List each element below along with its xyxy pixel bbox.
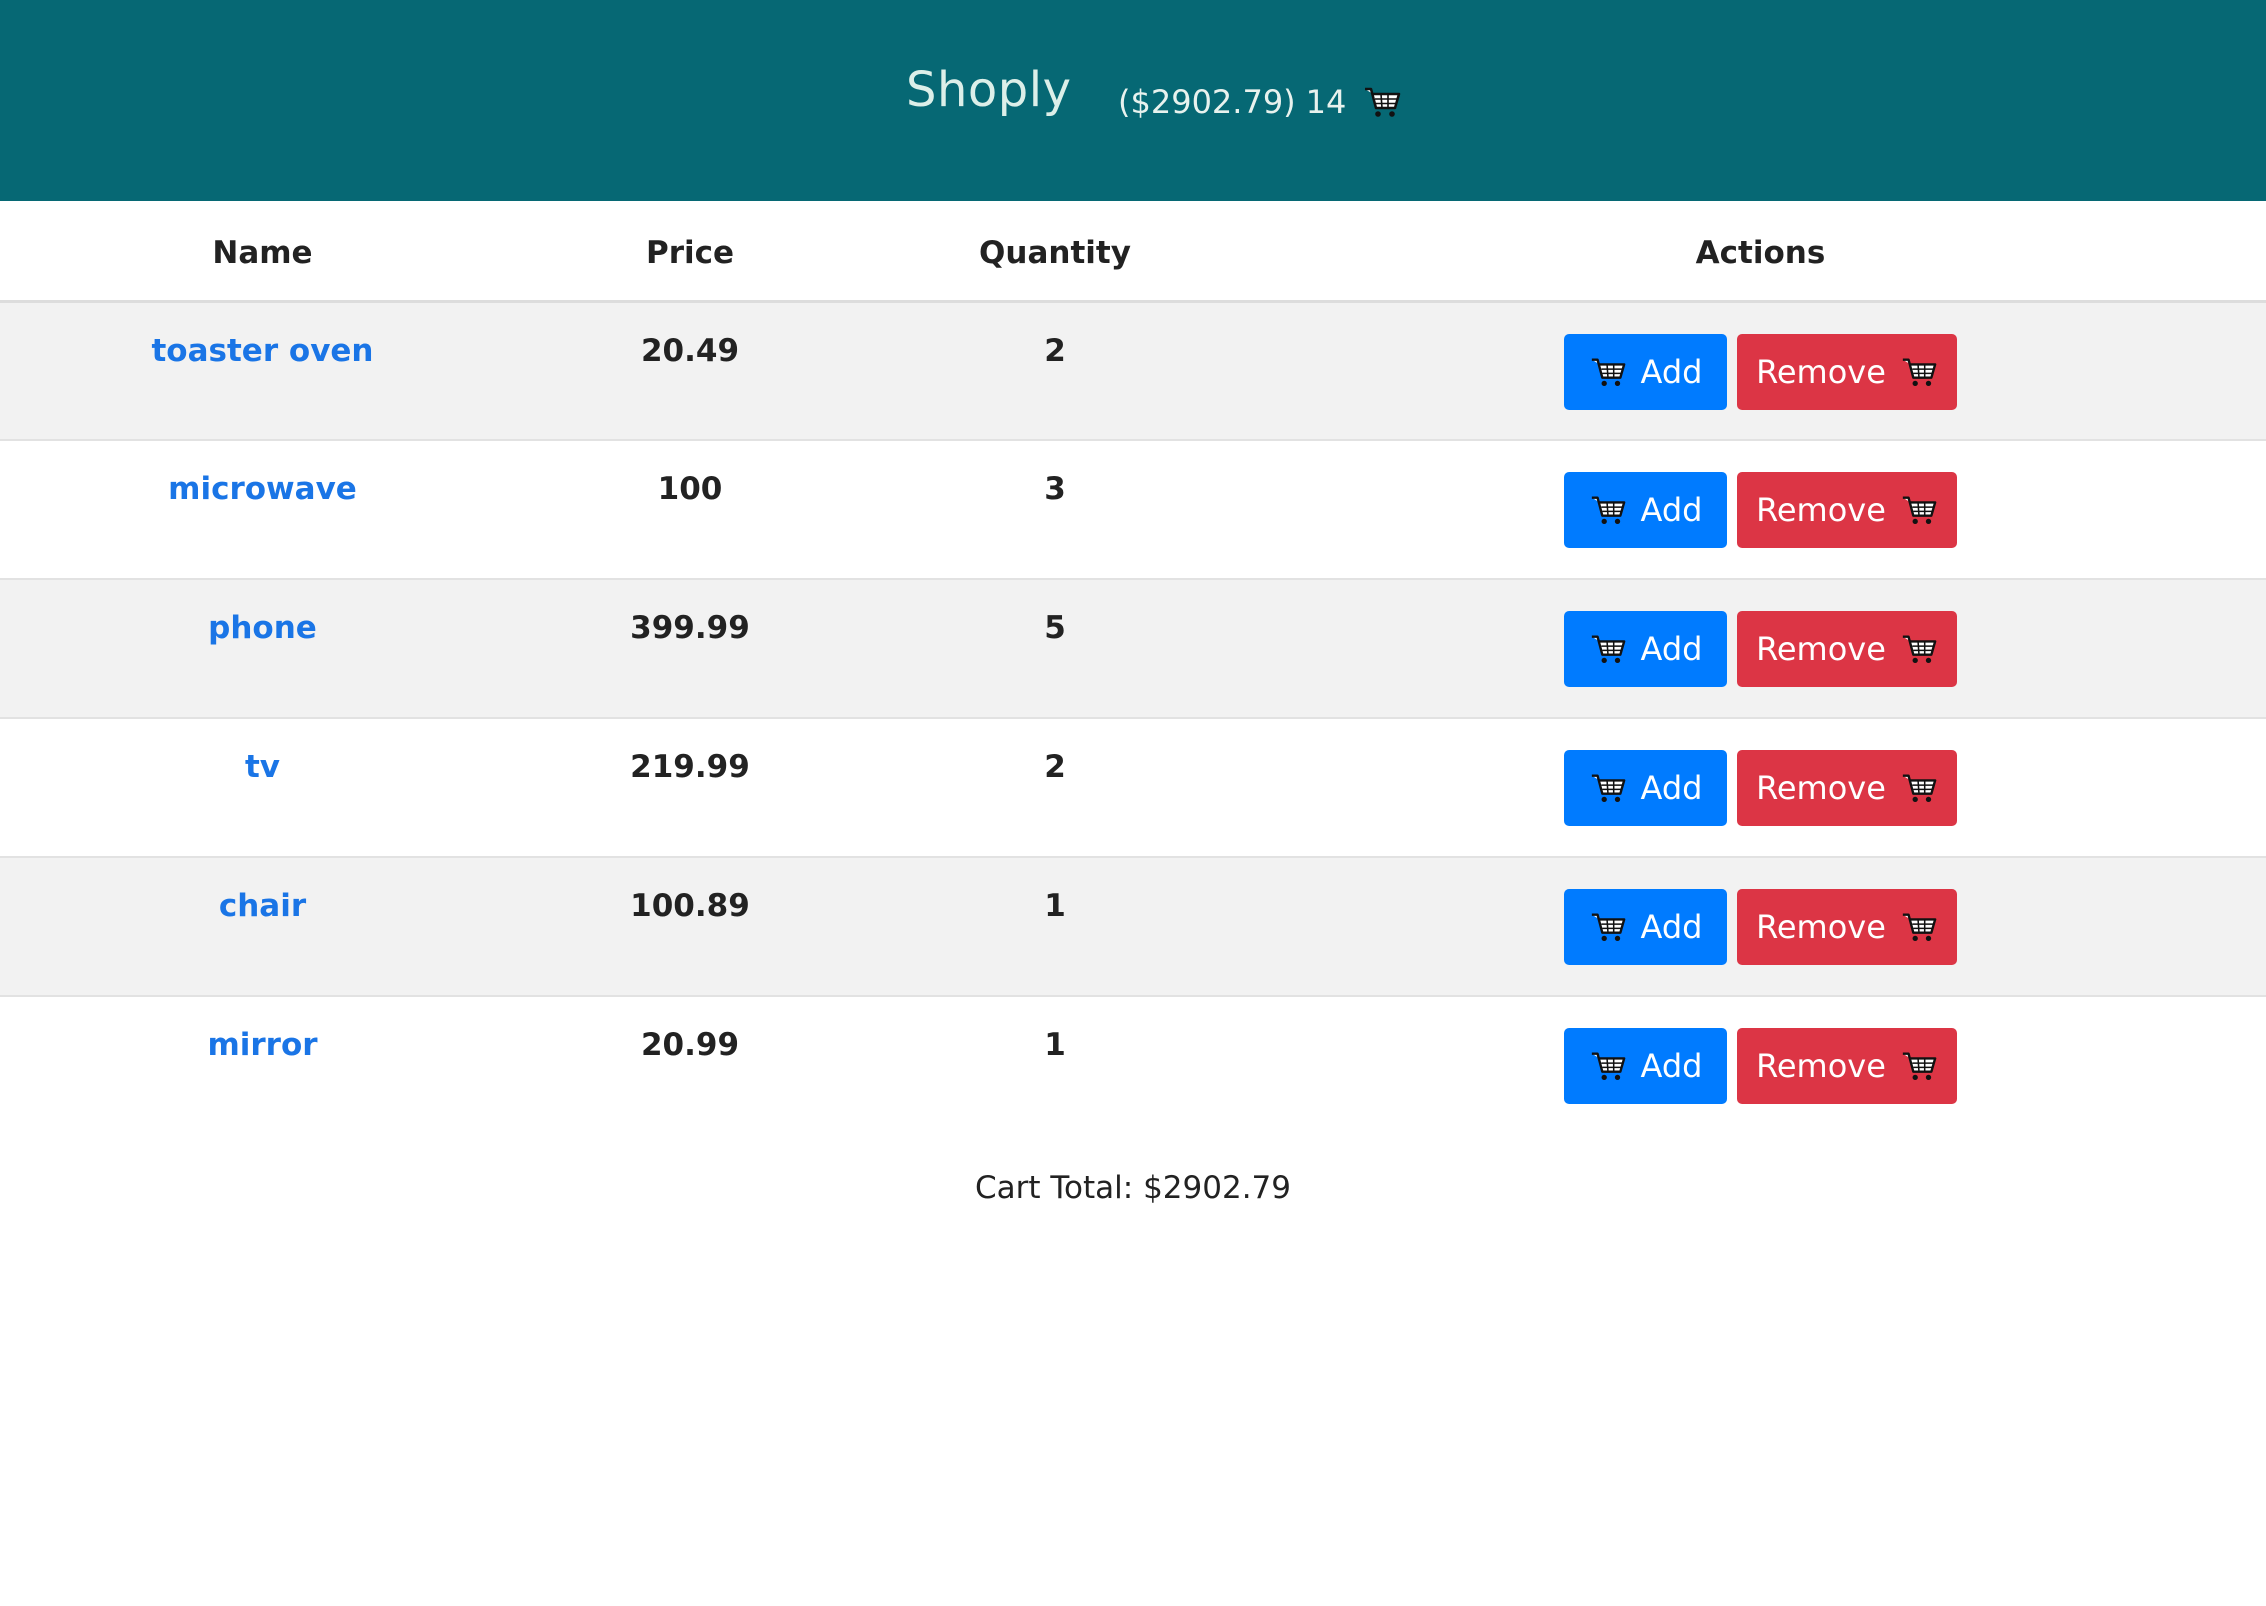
cart-table: Name Price Quantity Actions toaster oven… — [0, 201, 2266, 1135]
cart-summary-count: 14 — [1305, 83, 1347, 121]
product-name-cell: tv — [0, 718, 525, 857]
product-price: 20.99 — [640, 1027, 740, 1063]
add-to-cart-button[interactable]: Add — [1564, 750, 1727, 826]
product-quantity: 2 — [1044, 749, 1066, 785]
cart-table-container: Name Price Quantity Actions toaster oven… — [0, 201, 2266, 1135]
product-price: 219.99 — [630, 749, 750, 785]
shopping-cart-icon — [1902, 913, 1937, 942]
add-to-cart-button[interactable]: Add — [1564, 1028, 1727, 1104]
product-quantity: 2 — [1044, 332, 1066, 369]
remove-from-cart-button[interactable]: Remove — [1737, 1028, 1957, 1104]
product-link[interactable]: tv — [245, 749, 280, 785]
product-quantity: 5 — [1044, 610, 1066, 646]
shopping-cart-icon — [1902, 635, 1937, 664]
column-header-price: Price — [645, 234, 735, 271]
shopping-cart-icon — [1591, 774, 1625, 803]
remove-button-label: Remove — [1756, 352, 1886, 391]
product-price: 100.89 — [630, 888, 750, 924]
product-actions: Add Remove — [1255, 996, 2266, 1135]
add-button-label: Add — [1640, 630, 1703, 668]
shopping-cart-icon — [1902, 774, 1937, 803]
table-row: microwave 100 3 Add Remove — [0, 440, 2266, 579]
product-actions: Add Remove — [1255, 440, 2266, 579]
product-price: 100 — [657, 471, 723, 507]
product-name-cell: microwave — [0, 440, 525, 579]
app-header: Shoply ($2902.79) 14 — [0, 0, 2266, 201]
column-header-name: Name — [212, 234, 313, 271]
product-name-cell: chair — [0, 857, 525, 996]
column-header-quantity: Quantity — [979, 234, 1131, 271]
product-link[interactable]: toaster oven — [151, 333, 373, 369]
add-to-cart-button[interactable]: Add — [1564, 333, 1727, 410]
product-price: 399.99 — [630, 610, 750, 646]
product-link[interactable]: microwave — [168, 471, 357, 507]
shopping-cart-icon — [1902, 496, 1937, 525]
product-actions: Add Remove — [1255, 579, 2266, 718]
product-quantity: 3 — [1044, 471, 1066, 507]
shopping-cart-icon — [1591, 635, 1625, 664]
add-button-label: Add — [1640, 908, 1703, 946]
product-link[interactable]: chair — [219, 888, 306, 924]
product-name-cell: phone — [0, 579, 525, 718]
product-actions: Add Remove — [1255, 301, 2266, 440]
remove-from-cart-button[interactable]: Remove — [1737, 611, 1957, 687]
product-name-cell: mirror — [0, 996, 525, 1135]
product-name-cell: toaster oven — [0, 301, 525, 440]
table-row: tv 219.99 2 Add Remove — [0, 718, 2266, 857]
shopping-cart-icon — [1902, 1052, 1937, 1081]
shopping-cart-icon — [1591, 1052, 1625, 1081]
add-button-label: Add — [1640, 491, 1703, 529]
remove-from-cart-button[interactable]: Remove — [1737, 750, 1957, 826]
add-to-cart-button[interactable]: Add — [1564, 889, 1727, 965]
remove-from-cart-button[interactable]: Remove — [1737, 472, 1957, 548]
shopping-cart-icon — [1902, 357, 1937, 386]
add-to-cart-button[interactable]: Add — [1564, 611, 1727, 687]
add-to-cart-button[interactable]: Add — [1564, 472, 1727, 548]
shopping-cart-icon — [1591, 357, 1625, 386]
shopping-cart-icon — [1591, 913, 1625, 942]
cart-summary-total: ($2902.79) — [1118, 83, 1296, 121]
shopping-cart-icon — [1365, 87, 1401, 117]
remove-from-cart-button[interactable]: Remove — [1737, 333, 1957, 410]
table-body: toaster oven 20.49 2 Add Remove microwav… — [0, 301, 2266, 1135]
table-row: chair 100.89 1 Add Remove — [0, 857, 2266, 996]
add-button-label: Add — [1640, 769, 1703, 807]
table-row: phone 399.99 5 Add Remove — [0, 579, 2266, 718]
remove-from-cart-button[interactable]: Remove — [1737, 889, 1957, 965]
product-link[interactable]: mirror — [207, 1027, 317, 1063]
remove-button-label: Remove — [1756, 769, 1886, 807]
product-quantity: 1 — [1044, 888, 1066, 924]
brand-title[interactable]: Shoply — [906, 62, 1071, 118]
product-actions: Add Remove — [1255, 857, 2266, 996]
cart-summary[interactable]: ($2902.79) 14 — [1118, 82, 1402, 122]
add-button-label: Add — [1640, 352, 1703, 391]
table-row: toaster oven 20.49 2 Add Remove — [0, 301, 2266, 440]
table-header: Name Price Quantity Actions — [0, 201, 2266, 301]
cart-total: Cart Total: $2902.79 — [974, 1170, 1291, 1206]
product-quantity: 1 — [1044, 1027, 1066, 1063]
table-row: mirror 20.99 1 Add Remove — [0, 996, 2266, 1135]
product-link[interactable]: phone — [208, 610, 317, 646]
remove-button-label: Remove — [1756, 1047, 1886, 1085]
add-button-label: Add — [1640, 1047, 1703, 1085]
product-price: 20.49 — [640, 332, 740, 369]
shopping-cart-icon — [1591, 496, 1625, 525]
remove-button-label: Remove — [1756, 908, 1886, 946]
column-header-actions: Actions — [1695, 234, 1826, 271]
product-actions: Add Remove — [1255, 718, 2266, 857]
remove-button-label: Remove — [1756, 491, 1886, 529]
remove-button-label: Remove — [1756, 630, 1886, 668]
